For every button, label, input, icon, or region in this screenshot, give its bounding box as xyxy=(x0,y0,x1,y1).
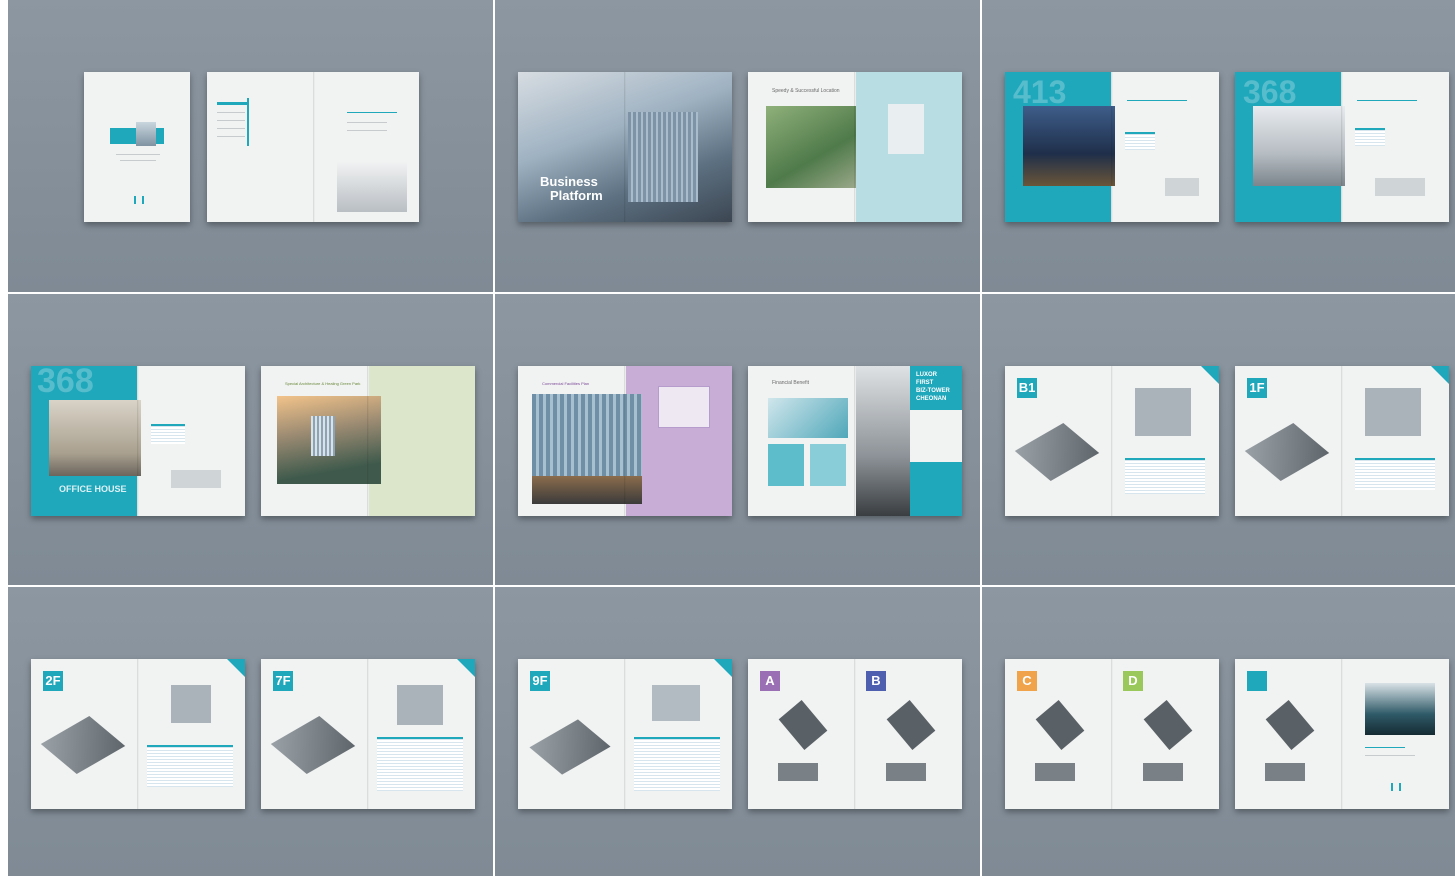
413-spread: 413 xyxy=(1005,72,1219,222)
b1-spread: B1 xyxy=(1005,366,1219,516)
type-b-tag: B xyxy=(866,671,886,691)
2f-spread: 2F xyxy=(31,659,245,809)
type-a-tag: A xyxy=(760,671,780,691)
7f-tag: 7F xyxy=(273,671,293,691)
cell-4-office-house: 368 OFFICE HOUSE Special Architecture & … xyxy=(8,294,493,585)
business-title: Business xyxy=(540,174,598,189)
office-house-title: OFFICE HOUSE xyxy=(59,484,127,494)
cell-9-cd-last: C D xyxy=(982,587,1455,876)
first-text: FIRST xyxy=(916,380,934,386)
commercial-title: Commercial Facilities Plan xyxy=(542,381,590,386)
cell-1-cover xyxy=(8,0,493,292)
9f-tag: 9F xyxy=(530,671,550,691)
2f-tag: 2F xyxy=(43,671,63,691)
type-c-tag: C xyxy=(1017,671,1037,691)
office-house-spread: 368 OFFICE HOUSE xyxy=(31,366,245,516)
smart-type-spread xyxy=(1235,659,1449,809)
cell-2-business: Business Platform Speedy & Successful Lo… xyxy=(495,0,980,292)
b1-tag: B1 xyxy=(1017,378,1037,398)
location-spread: Speedy & Successful Location xyxy=(748,72,962,222)
type-d-tag: D xyxy=(1123,671,1143,691)
cheonan-text: CHEONAN xyxy=(916,396,947,402)
financial-title: Financial Benefit xyxy=(772,380,809,386)
cell-7-2f-7f: 2F 7F xyxy=(8,587,493,876)
7f-spread: 7F xyxy=(261,659,475,809)
smart-tag xyxy=(1247,671,1267,691)
type-ab-spread: A B xyxy=(748,659,962,809)
1f-tag: 1F xyxy=(1247,378,1267,398)
toc-spread xyxy=(207,72,419,222)
cover-page xyxy=(84,72,190,222)
healing-park-spread: Special Architecture & Healing Green Par… xyxy=(261,366,475,516)
type-cd-spread: C D xyxy=(1005,659,1219,809)
9f-spread: 9F xyxy=(518,659,732,809)
cell-5-commercial: Commercial Facilities Plan Financial Ben… xyxy=(495,294,980,585)
1f-spread: 1F xyxy=(1235,366,1449,516)
brochure-mockup-grid: Business Platform Speedy & Successful Lo… xyxy=(0,0,1455,876)
368-spread-a: 368 xyxy=(1235,72,1449,222)
business-platform-spread: Business Platform xyxy=(518,72,732,222)
cell-6-b1-1f: B1 1F xyxy=(982,294,1455,585)
368-number-b: 368 xyxy=(37,366,94,400)
platform-title: Platform xyxy=(550,188,603,203)
healing-park-title: Special Architecture & Healing Green Par… xyxy=(285,381,361,386)
cell-3-413: 413 368 xyxy=(982,0,1455,292)
commercial-spread: Commercial Facilities Plan xyxy=(518,366,732,516)
cell-8-9f-ab: 9F A B xyxy=(495,587,980,876)
financial-spread: Financial Benefit LUXOR FIRST BIZ-TOWER … xyxy=(748,366,962,516)
location-title: Speedy & Successful Location xyxy=(772,88,840,94)
biz-tower-text: BIZ-TOWER xyxy=(916,388,950,394)
luxor-text: LUXOR xyxy=(916,372,937,378)
